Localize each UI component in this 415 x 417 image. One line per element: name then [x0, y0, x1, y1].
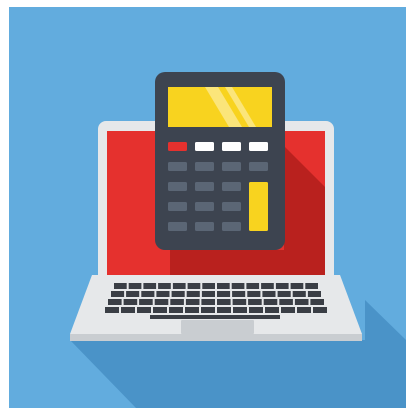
touchpad	[181, 320, 254, 334]
illustration	[0, 0, 415, 417]
keyboard-key	[170, 299, 184, 305]
keyboard-key	[305, 283, 318, 289]
calculator-key	[222, 182, 241, 191]
keyboard-key	[292, 291, 306, 297]
calculator-key	[168, 202, 187, 211]
keyboard-key	[186, 291, 200, 297]
keyboard-key	[171, 291, 185, 297]
calculator-key	[195, 202, 214, 211]
calculator-key	[249, 142, 268, 151]
calculator-key	[168, 142, 187, 151]
keyboard-key	[126, 291, 140, 297]
keyboard-key	[217, 307, 231, 313]
laptop-calculator-illustration	[9, 7, 406, 408]
calculator-key	[249, 162, 268, 171]
calculator-key	[168, 162, 187, 171]
calculator-key	[195, 182, 214, 191]
keyboard-key	[248, 299, 262, 305]
keyboard-key	[246, 283, 260, 289]
keyboard-key	[185, 307, 199, 313]
calculator-key	[168, 222, 187, 231]
keyboard-key	[231, 283, 245, 289]
keyboard-key	[202, 283, 215, 289]
calculator-key	[222, 162, 241, 171]
keyboard-key	[201, 307, 215, 313]
keyboard-key	[128, 283, 142, 289]
keyboard-key	[201, 291, 215, 297]
calculator-key-tall	[249, 182, 268, 231]
keyboard-key	[201, 299, 215, 305]
keyboard-key	[281, 307, 295, 313]
keyboard-key	[158, 283, 171, 289]
keyboard-key	[154, 299, 169, 305]
keyboard-key	[262, 291, 276, 297]
keyboard-key	[217, 283, 230, 289]
laptop-base-edge	[70, 334, 362, 341]
keyboard-key	[185, 299, 200, 305]
calculator-key	[195, 162, 214, 171]
keyboard-key	[249, 307, 263, 313]
keyboard-key	[121, 307, 135, 313]
keyboard-key	[232, 291, 246, 297]
keyboard-key	[137, 307, 151, 313]
keyboard-key	[233, 307, 247, 313]
keyboard-key	[261, 283, 274, 289]
keyboard-key	[265, 307, 279, 313]
keyboard-key	[105, 307, 119, 313]
keyboard-key	[307, 291, 321, 297]
keyboard-key	[313, 307, 327, 313]
keyboard-key	[169, 307, 183, 313]
keyboard-key	[141, 291, 155, 297]
keyboard-key	[275, 283, 289, 289]
keyboard-key	[217, 299, 231, 305]
calculator-key	[168, 182, 187, 191]
keyboard-key	[232, 299, 247, 305]
keyboard-key	[111, 291, 125, 297]
keyboard-key	[143, 283, 157, 289]
keyboard-key	[217, 291, 231, 297]
calculator-key	[222, 142, 241, 151]
keyboard-key	[139, 299, 153, 305]
calculator-key	[222, 202, 241, 211]
keyboard-key	[290, 283, 304, 289]
keyboard-key	[310, 299, 324, 305]
keyboard-key	[123, 299, 138, 305]
calculator-key	[195, 142, 214, 151]
keyboard-key	[294, 299, 309, 305]
keyboard-key	[279, 299, 293, 305]
keyboard-key	[263, 299, 278, 305]
keyboard-key	[156, 291, 170, 297]
calculator-key	[195, 222, 214, 231]
keyboard-key	[114, 283, 127, 289]
calculator-key	[222, 222, 241, 231]
keyboard-key	[297, 307, 311, 313]
keyboard-spacebar	[150, 315, 280, 319]
keyboard-key	[153, 307, 167, 313]
keyboard-key	[187, 283, 201, 289]
keyboard-key	[247, 291, 261, 297]
keyboard-key	[172, 283, 186, 289]
keyboard-key	[277, 291, 291, 297]
keyboard-key	[108, 299, 122, 305]
